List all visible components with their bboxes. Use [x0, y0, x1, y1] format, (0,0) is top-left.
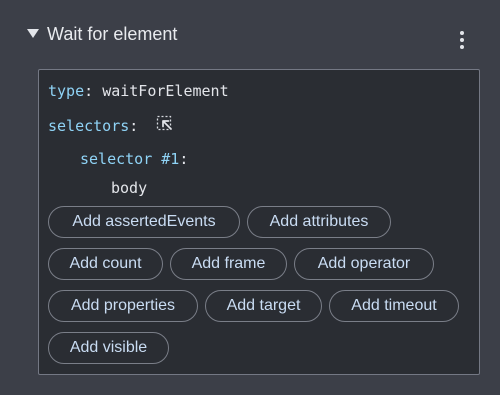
type-line: type: waitForElement — [48, 81, 229, 101]
selectors-colon: : — [129, 117, 139, 135]
add-asserted-events-button[interactable]: Add assertedEvents — [48, 206, 240, 238]
selector-1-value[interactable]: body — [111, 178, 147, 198]
add-count-button[interactable]: Add count — [48, 248, 163, 280]
selectors-key: selectors — [48, 117, 130, 135]
kebab-menu-icon[interactable] — [452, 28, 472, 52]
selectors-line: selectors: — [48, 116, 138, 136]
type-key: type — [48, 82, 85, 100]
element-picker-icon[interactable] — [156, 115, 174, 133]
add-frame-button[interactable]: Add frame — [170, 248, 287, 280]
step-title: Wait for element — [47, 24, 178, 44]
add-operator-button[interactable]: Add operator — [294, 248, 434, 280]
add-properties-button[interactable]: Add properties — [48, 290, 198, 322]
type-colon: : — [84, 82, 94, 100]
selector-1-key: selector #1 — [80, 150, 180, 168]
step-header: Wait for element — [0, 0, 500, 68]
add-attributes-button[interactable]: Add attributes — [247, 206, 391, 238]
selector-1-line: selector #1: — [80, 149, 188, 169]
add-visible-button[interactable]: Add visible — [48, 332, 169, 364]
add-target-button[interactable]: Add target — [205, 290, 322, 322]
type-value[interactable]: waitForElement — [102, 82, 228, 100]
selector-1-colon: : — [179, 150, 189, 168]
step-editor-panel: type: waitForElement selectors: selector… — [38, 69, 480, 375]
add-timeout-button[interactable]: Add timeout — [329, 290, 459, 322]
caret-down-icon[interactable] — [27, 29, 39, 38]
